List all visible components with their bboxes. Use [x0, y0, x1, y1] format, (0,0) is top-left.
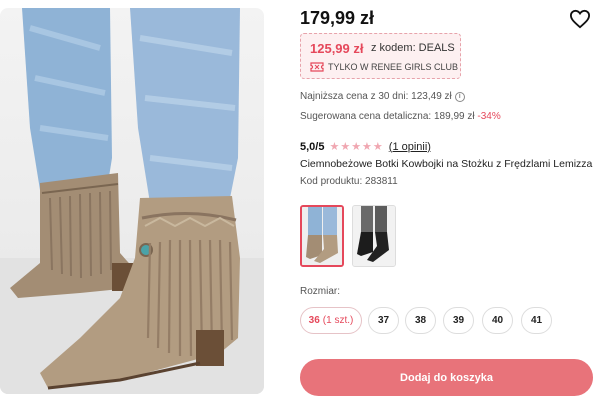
variant-beige-image	[302, 207, 342, 265]
club-badge: TYLKO W RENEE GIRLS CLUB	[310, 62, 458, 72]
size-option-36[interactable]: 36 (1 szt.)	[300, 307, 362, 334]
product-price: 179,99 zł	[300, 8, 375, 28]
star-icon: ★★★★★	[329, 141, 384, 153]
suggested-discount: -34%	[477, 111, 501, 122]
size-option-39[interactable]: 39	[443, 307, 474, 334]
lowest-price-text: Najniższa cena z 30 dni: 123,49 zł	[300, 91, 452, 102]
size-option-40[interactable]: 40	[482, 307, 513, 334]
size-value: 38	[414, 315, 427, 326]
deal-price: 125,99 zł	[310, 41, 364, 56]
ticket-icon	[310, 62, 324, 72]
product-image[interactable]	[0, 8, 264, 394]
product-name: Ciemnobeżowe Botki Kowbojki na Stożku z …	[300, 158, 593, 170]
size-value: 37	[377, 315, 390, 326]
size-value: 41	[530, 315, 543, 326]
size-label: Rozmiar:	[300, 286, 341, 297]
heart-outline-icon[interactable]	[569, 9, 591, 29]
size-stock: (1 szt.)	[322, 315, 354, 326]
suggested-price-info: Sugerowana cena detaliczna: 189,99 zł -3…	[300, 111, 501, 122]
size-value: 40	[491, 315, 504, 326]
rating-row: 5,0/5 ★★★★★ (1 opinii)	[300, 140, 431, 154]
rating-score: 5,0/5	[300, 140, 325, 153]
size-value: 39	[452, 315, 465, 326]
variant-thumbnail-black[interactable]	[352, 205, 396, 267]
size-option-37[interactable]: 37	[368, 307, 399, 334]
product-code: Kod produktu: 283811	[300, 176, 398, 187]
variant-thumbnail-beige[interactable]	[300, 205, 344, 267]
suggested-price-text: Sugerowana cena detaliczna: 189,99 zł	[300, 111, 475, 122]
add-to-cart-button[interactable]: Dodaj do koszyka	[300, 359, 593, 396]
deal-box: 125,99 zł z kodem: DEALS TYLKO W RENEE G…	[300, 33, 461, 79]
size-value: 36	[308, 315, 320, 326]
info-icon[interactable]: i	[454, 91, 465, 102]
size-option-38[interactable]: 38	[405, 307, 436, 334]
deal-code-text: z kodem: DEALS	[371, 42, 455, 54]
reviews-link[interactable]: (1 opinii)	[389, 141, 431, 153]
variant-black-image	[353, 206, 395, 266]
size-option-41[interactable]: 41	[521, 307, 552, 334]
lowest-price-info: Najniższa cena z 30 dni: 123,49 zł i	[300, 91, 465, 102]
club-text: TYLKO W RENEE GIRLS CLUB	[328, 62, 459, 72]
boots-illustration	[0, 8, 264, 394]
